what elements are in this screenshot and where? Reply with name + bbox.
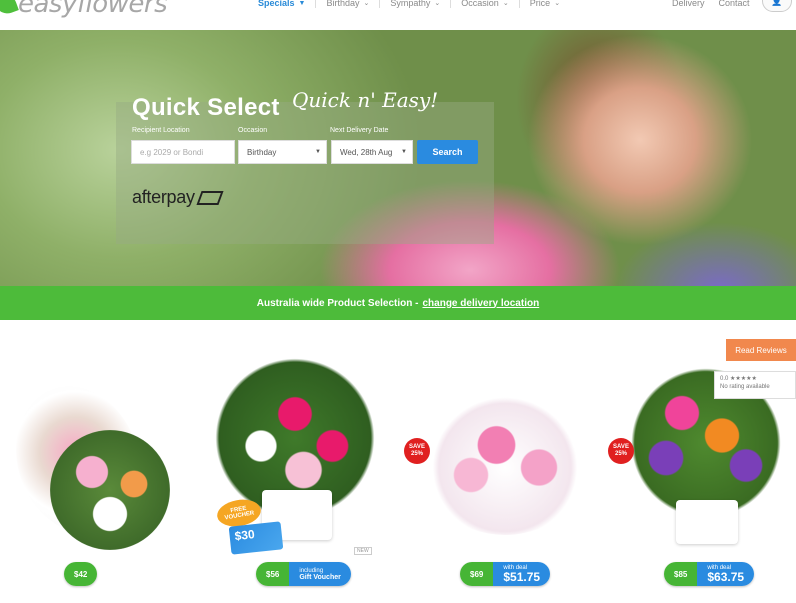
nav-label: Occasion [461,0,499,8]
save-badge: SAVE 25% [404,438,430,464]
chevron-down-icon: ▼ [401,149,407,155]
date-value: Wed, 28th Aug [340,147,393,157]
price-value: $85 [664,562,698,586]
gift-box [676,500,738,544]
deal-price: $63.75 [707,570,745,584]
price-button[interactable]: $56 including Gift Voucher [256,562,351,586]
nav-birthday[interactable]: Birthday ⌄ [315,0,379,8]
afterpay-icon [196,190,224,205]
price-value: $69 [460,562,494,586]
product-card[interactable]: SAVE 25% $69 with deal $51.75 [400,340,590,590]
date-select[interactable]: Wed, 28th Aug ▼ [331,140,413,164]
main-nav: Specials ▼ Birthday ⌄ Sympathy ⌄ Occasion ⌄ … [248,0,570,12]
badge-text: VOUCHER [224,510,255,522]
occasion-select[interactable]: Birthday ▼ [238,140,327,164]
deal-info: with deal $51.75 [493,562,551,586]
price-button[interactable]: $69 with deal $51.75 [460,562,551,586]
delivery-link[interactable]: Delivery [672,0,705,8]
delivery-banner: Australia wide Product Selection - chang… [0,286,796,320]
logo-text: easyflowers [18,0,168,19]
price-button[interactable]: $85 with deal $63.75 [664,562,755,586]
nav-label: Birthday [326,0,360,8]
nav-label: Price [529,0,551,8]
product-image[interactable] [420,385,590,535]
site-header: easyflowers Specials ▼ Birthday ⌄ Sympathy… [0,0,796,30]
nav-price[interactable]: Price ⌄ [518,0,570,8]
price-button[interactable]: $42 [64,562,98,586]
new-badge: NEW [354,547,372,555]
contact-link[interactable]: Contact [719,0,750,8]
quick-select-script: Quick n' Easy! [292,88,439,112]
save-badge: SAVE 25% [608,438,634,464]
occasion-label: Occasion [238,127,268,134]
chevron-down-icon: ▼ [298,0,306,7]
deal-line: Gift Voucher [299,573,341,581]
search-button[interactable]: Search [417,140,478,164]
account-button[interactable]: 👤 [762,0,792,12]
gift-voucher-card: $30 [228,521,284,555]
top-links: Delivery Contact [672,0,750,12]
flower-arrangement [50,430,170,550]
badge-text: SAVE [613,444,629,451]
nav-specials[interactable]: Specials ▼ [248,0,315,8]
afterpay-logo: afterpay [132,187,224,208]
rating-stars: 0.0 ★★★★★ [720,376,757,382]
quick-select-title: Quick Select [132,94,280,121]
occasion-value: Birthday [247,147,277,157]
leaf-icon [0,0,19,17]
price-value: $56 [256,562,290,586]
no-rating-text: No rating available [720,384,770,391]
logo[interactable]: easyflowers [0,0,168,19]
afterpay-text: afterpay [132,187,195,207]
location-label: Recipient Location [132,127,190,134]
banner-text: Australia wide Product Selection - [256,297,419,309]
price-value: $42 [64,562,98,586]
chevron-down-icon: ⌄ [502,0,509,7]
nav-sympathy[interactable]: Sympathy ⌄ [379,0,450,8]
deal-info: with deal $63.75 [697,562,755,586]
deal-info: including Gift Voucher [289,562,351,586]
rating-box: 0.0 ★★★★★ No rating available [714,371,796,399]
quick-select-panel [116,102,494,244]
read-reviews-button[interactable]: Read Reviews [726,339,796,361]
nav-label: Specials [258,0,295,8]
chevron-down-icon: ⌄ [434,0,441,7]
badge-text: 25% [410,451,423,457]
badge-text: SAVE [409,444,425,451]
nav-occasion[interactable]: Occasion ⌄ [450,0,518,8]
deal-price: $51.75 [503,570,541,584]
chevron-down-icon: ⌄ [363,0,370,7]
chevron-down-icon: ⌄ [554,0,561,7]
date-label: Next Delivery Date [330,127,389,134]
user-icon: 👤 [771,0,783,6]
location-input[interactable]: e.g 2029 or Bondi [131,140,235,164]
product-card[interactable]: $42 [0,340,190,590]
badge-text: 25% [614,451,627,457]
change-location-link[interactable]: change delivery location [422,298,539,309]
chevron-down-icon: ▼ [315,149,321,155]
nav-label: Sympathy [390,0,431,8]
